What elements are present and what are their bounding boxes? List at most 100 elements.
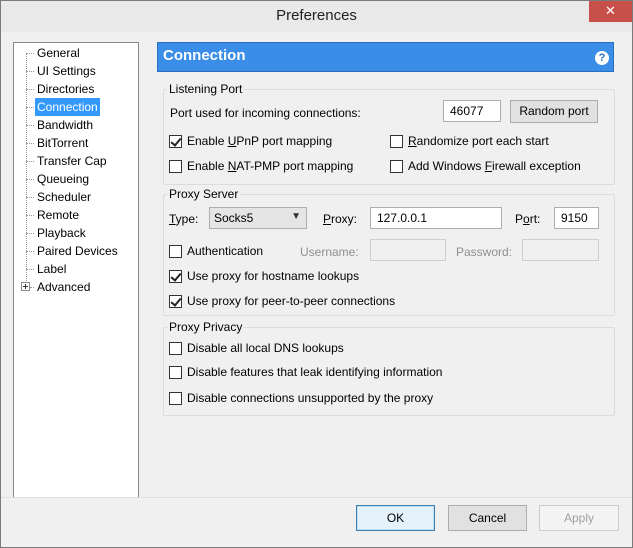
tree-item-paired-devices[interactable]: Paired Devices — [14, 242, 136, 260]
preferences-window: Preferences ✕ General UI Settings Direct… — [0, 0, 633, 548]
tree-connector — [26, 125, 34, 126]
upnp-checkbox[interactable] — [169, 135, 182, 148]
proxy-address-input[interactable]: 127.0.0.1 — [370, 207, 502, 229]
p2p-proxy-checkbox-row[interactable]: Use proxy for peer-to-peer connections — [169, 294, 409, 310]
category-tree[interactable]: General UI Settings Directories Connecti… — [13, 42, 139, 498]
tree-item-label[interactable]: Label — [14, 260, 136, 278]
title-bar: Preferences ✕ — [1, 1, 632, 32]
hostname-lookups-checkbox[interactable] — [169, 270, 182, 283]
tree-item-label: General — [37, 46, 80, 60]
tree-connector — [30, 287, 34, 288]
authentication-checkbox[interactable] — [169, 245, 182, 258]
tree-connector — [26, 71, 34, 72]
tree-item-playback[interactable]: Playback — [14, 224, 136, 242]
listening-port-group-label: Listening Port — [167, 82, 245, 96]
tree-item-advanced[interactable]: Advanced — [14, 278, 136, 296]
password-label: Password: — [456, 245, 513, 259]
username-label: Username: — [300, 245, 359, 259]
tree-item-scheduler[interactable]: Scheduler — [14, 188, 136, 206]
tree-item-label: UI Settings — [37, 64, 96, 78]
disable-leak-label: Disable features that leak identifying i… — [187, 365, 443, 379]
disable-unsupported-checkbox-row[interactable]: Disable connections unsupported by the p… — [169, 391, 449, 407]
p2p-proxy-checkbox[interactable] — [169, 295, 182, 308]
tree-connector — [26, 197, 34, 198]
proxy-port-label: Port: — [515, 212, 541, 226]
tree-connector — [26, 233, 34, 234]
tree-item-label: Transfer Cap — [37, 154, 107, 168]
disable-leak-checkbox-row[interactable]: Disable features that leak identifying i… — [169, 365, 459, 381]
tree-connector — [26, 161, 34, 162]
hostname-lookups-label: Use proxy for hostname lookups — [187, 269, 360, 283]
tree-item-label: Advanced — [37, 280, 91, 294]
tree-item-label: Queueing — [37, 172, 90, 186]
tree-item-directories[interactable]: Directories — [14, 80, 136, 98]
chevron-down-icon: ▼ — [291, 211, 301, 222]
random-port-button[interactable]: Random port — [510, 100, 598, 123]
tree-item-label: Bandwidth — [37, 118, 94, 132]
tree-item-queueing[interactable]: Queueing — [14, 170, 136, 188]
proxy-address-label: Proxy: — [323, 212, 358, 226]
incoming-port-label: Port used for incoming connections: — [170, 106, 361, 120]
tree-connector — [26, 143, 34, 144]
tree-item-bandwidth[interactable]: Bandwidth — [14, 116, 136, 134]
authentication-checkbox-row[interactable]: Authentication — [169, 244, 279, 260]
incoming-port-input[interactable]: 46077 — [443, 100, 501, 122]
tree-item-general[interactable]: General — [14, 44, 136, 62]
tree-connector — [26, 89, 34, 90]
tree-item-label: BitTorrent — [37, 136, 89, 150]
upnp-label: Enable UPnP port mapping — [187, 134, 333, 148]
authentication-label: Authentication — [187, 244, 264, 258]
firewall-checkbox-row[interactable]: Add Windows Firewall exception — [390, 159, 600, 175]
tree-connector — [26, 53, 34, 54]
natpmp-checkbox[interactable] — [169, 160, 182, 173]
username-input[interactable] — [370, 239, 446, 261]
section-title: Connection — [163, 47, 246, 64]
randomize-port-label: Randomize port each start — [408, 134, 549, 148]
proxy-server-group-label: Proxy Server — [167, 187, 241, 201]
tree-item-label-text: Label — [37, 262, 67, 276]
tree-item-label: Paired Devices — [37, 244, 118, 258]
tree-item-label: Playback — [37, 226, 86, 240]
tree-connector — [26, 215, 34, 216]
cancel-button[interactable]: Cancel — [448, 505, 527, 531]
expand-plus-icon[interactable] — [21, 282, 30, 291]
proxy-port-input[interactable]: 9150 — [554, 207, 599, 229]
natpmp-label: Enable NAT-PMP port mapping — [187, 159, 354, 173]
close-button[interactable]: ✕ — [589, 1, 632, 22]
disable-unsupported-checkbox[interactable] — [169, 392, 182, 405]
tree-item-bittorrent[interactable]: BitTorrent — [14, 134, 136, 152]
help-icon[interactable]: ? — [595, 51, 609, 65]
tree-item-label: Directories — [37, 82, 95, 96]
randomize-port-checkbox-row[interactable]: Randomize port each start — [390, 134, 590, 150]
disable-unsupported-label: Disable connections unsupported by the p… — [187, 391, 434, 405]
ok-button[interactable]: OK — [356, 505, 435, 531]
hostname-lookups-checkbox-row[interactable]: Use proxy for hostname lookups — [169, 269, 369, 285]
tree-item-remote[interactable]: Remote — [14, 206, 136, 224]
proxy-type-select[interactable]: Socks5 ▼ — [209, 207, 307, 229]
disable-leak-checkbox[interactable] — [169, 366, 182, 379]
disable-dns-checkbox[interactable] — [169, 342, 182, 355]
tree-item-connection[interactable]: Connection — [14, 98, 136, 116]
p2p-proxy-label: Use proxy for peer-to-peer connections — [187, 294, 396, 308]
proxy-type-value: Socks5 — [214, 211, 254, 225]
tree-connector — [26, 269, 34, 270]
dialog-footer: OK Cancel Apply — [1, 497, 632, 547]
firewall-checkbox[interactable] — [390, 160, 403, 173]
tree-item-transfer-cap[interactable]: Transfer Cap — [14, 152, 136, 170]
tree-connector — [26, 107, 34, 108]
proxy-privacy-group-label: Proxy Privacy — [167, 320, 245, 334]
tree-item-label: Scheduler — [37, 190, 92, 204]
tree-connector — [26, 251, 34, 252]
tree-connector — [26, 179, 34, 180]
firewall-label: Add Windows Firewall exception — [408, 159, 581, 173]
disable-dns-checkbox-row[interactable]: Disable all local DNS lookups — [169, 341, 369, 357]
section-header: Connection ? — [157, 42, 614, 72]
password-input[interactable] — [522, 239, 599, 261]
apply-button[interactable]: Apply — [539, 505, 619, 531]
upnp-checkbox-row[interactable]: Enable UPnP port mapping — [169, 134, 369, 150]
proxy-type-label: Type: — [169, 212, 199, 226]
tree-item-ui-settings[interactable]: UI Settings — [14, 62, 136, 80]
randomize-port-checkbox[interactable] — [390, 135, 403, 148]
natpmp-checkbox-row[interactable]: Enable NAT-PMP port mapping — [169, 159, 369, 175]
window-title: Preferences — [276, 7, 357, 24]
